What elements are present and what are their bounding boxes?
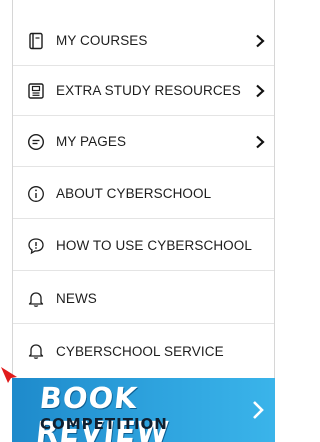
menu-item-label: MY PAGES bbox=[56, 134, 127, 149]
menu-item-label: ABOUT CYBERSCHOOL bbox=[56, 186, 212, 201]
menu-item-news[interactable]: NEWS bbox=[13, 274, 274, 324]
menu-item-extra-study-resources[interactable]: EXTRA STUDY RESOURCES bbox=[13, 66, 274, 116]
menu-item-how-to-use-cyberschool[interactable]: HOW TO USE CYBERSCHOOL bbox=[13, 221, 274, 271]
book-icon bbox=[27, 32, 45, 50]
info-icon bbox=[27, 185, 45, 203]
chevron-right-icon bbox=[254, 84, 266, 98]
book-review-competition-banner[interactable]: BOOK REVIEW COMPETITION bbox=[12, 378, 275, 442]
page-icon bbox=[27, 133, 45, 151]
notebook-icon bbox=[27, 82, 45, 100]
menu-item-my-courses[interactable]: MY COURSES bbox=[13, 16, 274, 66]
chevron-right-icon bbox=[251, 400, 265, 420]
menu-item-label: NEWS bbox=[56, 291, 97, 306]
bell-icon bbox=[27, 342, 45, 360]
pointer-arrow-icon bbox=[0, 366, 18, 384]
menu-item-cyberschool-service[interactable]: CYBERSCHOOL SERVICE bbox=[13, 326, 274, 376]
menu-item-label: MY COURSES bbox=[56, 33, 148, 48]
menu-item-label: CYBERSCHOOL SERVICE bbox=[56, 343, 224, 359]
menu-item-label: EXTRA STUDY RESOURCES bbox=[56, 83, 241, 98]
chevron-right-icon bbox=[254, 34, 266, 48]
menu-item-my-pages[interactable]: MY PAGES bbox=[13, 117, 274, 167]
banner-subtitle: COMPETITION bbox=[40, 415, 168, 433]
bell-icon bbox=[27, 290, 45, 308]
chevron-right-icon bbox=[254, 135, 266, 149]
side-menu: MY COURSES EXTRA STUDY RESOURCES MY PAGE… bbox=[12, 0, 275, 442]
menu-item-label: HOW TO USE CYBERSCHOOL bbox=[56, 238, 252, 253]
help-chat-icon bbox=[27, 237, 45, 255]
menu-item-about-cyberschool[interactable]: ABOUT CYBERSCHOOL bbox=[13, 169, 274, 219]
